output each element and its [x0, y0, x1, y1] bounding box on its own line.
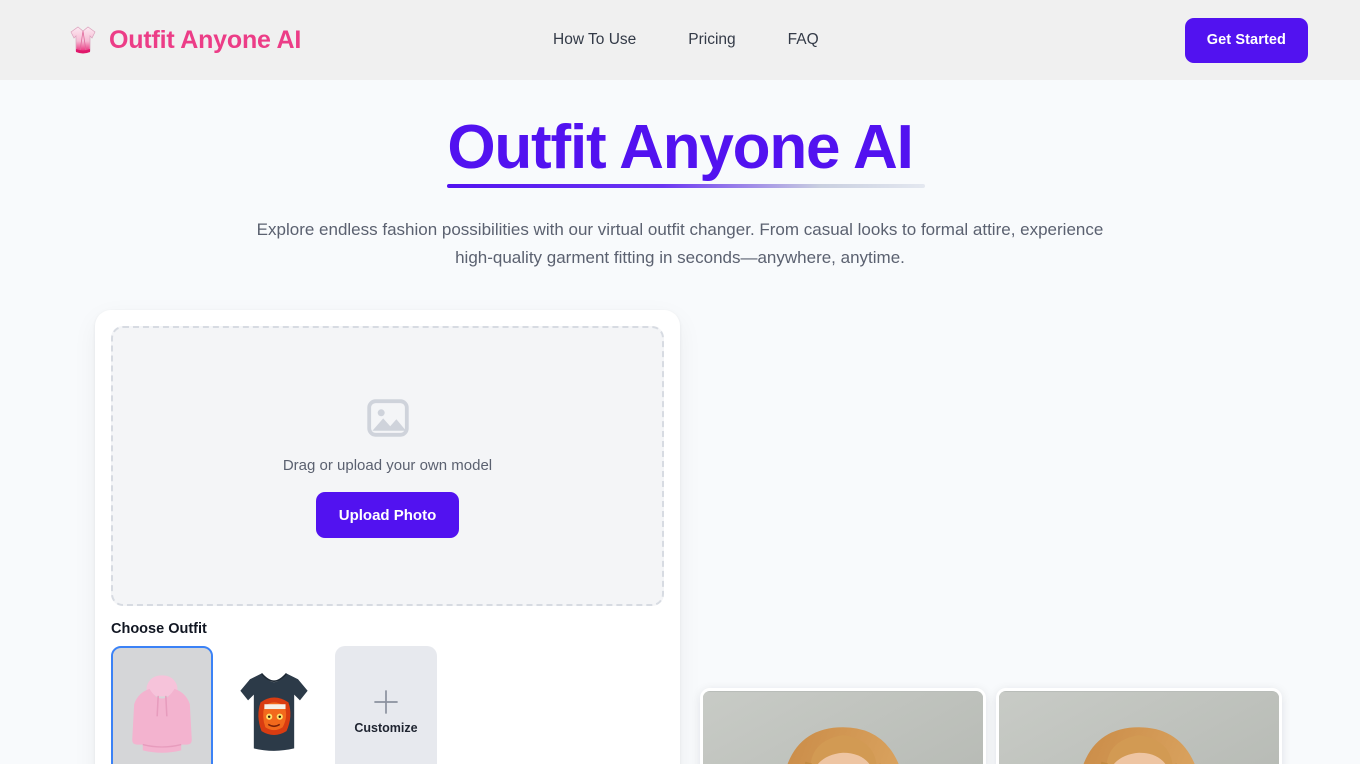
nav-pricing[interactable]: Pricing	[688, 23, 735, 57]
photo-before[interactable]	[700, 688, 986, 764]
outfit-dark-tshirt[interactable]	[223, 646, 325, 764]
plus-icon	[369, 685, 403, 719]
image-placeholder-icon	[364, 394, 412, 442]
brand-logo[interactable]: Outfit Anyone AI	[68, 24, 301, 56]
nav-how-to-use[interactable]: How To Use	[553, 23, 636, 57]
before-after-compare	[700, 688, 1282, 764]
customize-label: Customize	[354, 721, 418, 736]
editor-stage: Drag or upload your own model Upload Pho…	[0, 310, 1360, 764]
brand-name: Outfit Anyone AI	[109, 25, 302, 54]
dropzone[interactable]: Drag or upload your own model Upload Pho…	[111, 326, 664, 607]
main-nav: How To Use Pricing FAQ	[553, 23, 819, 57]
dropzone-text: Drag or upload your own model	[282, 457, 493, 475]
page-title: Outfit Anyone AI	[447, 115, 925, 192]
upload-photo-button[interactable]: Upload Photo	[315, 492, 460, 539]
get-started-button[interactable]: Get Started	[1184, 17, 1308, 63]
upload-panel: Drag or upload your own model Upload Pho…	[95, 310, 680, 764]
outfit-pink-hoodie[interactable]	[111, 646, 213, 764]
hero-subtitle: Explore endless fashion possibilities wi…	[256, 220, 1104, 268]
hero-section: Outfit Anyone AI Explore endless fashion…	[0, 80, 1360, 272]
site-header: Outfit Anyone AI How To Use Pricing FAQ …	[0, 0, 1360, 80]
outfit-customize[interactable]: Customize	[335, 646, 437, 764]
kimono-icon	[68, 24, 98, 56]
nav-faq[interactable]: FAQ	[788, 23, 819, 57]
photo-after[interactable]	[996, 688, 1282, 764]
outfit-list: Customize	[111, 646, 664, 764]
choose-outfit-label: Choose Outfit	[111, 621, 207, 638]
